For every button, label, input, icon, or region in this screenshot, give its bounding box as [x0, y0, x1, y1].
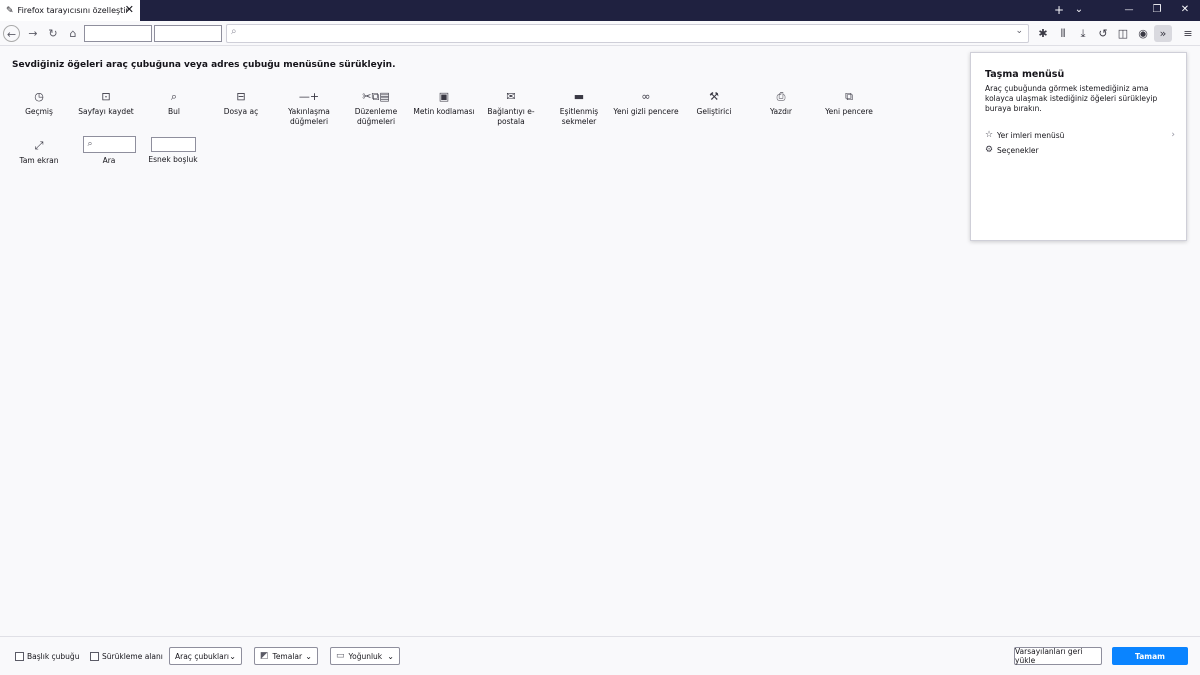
downloads-icon[interactable]: ⤓ — [1074, 25, 1092, 42]
history-icon[interactable]: ↺ — [1094, 25, 1112, 42]
reload-button[interactable]: ↻ — [44, 25, 62, 42]
fullscreen-icon: ⤢ — [34, 139, 44, 152]
close-window-button[interactable]: ✕ — [1176, 2, 1194, 18]
history-icon: ◷ — [34, 90, 44, 103]
palette-item-zoom-controls[interactable]: —+ Yakınlaşma düğmeleri — [273, 89, 345, 127]
menu-icon[interactable]: ≡ — [1179, 25, 1197, 42]
density-icon: ▭ — [336, 651, 345, 661]
palette-item-private-window[interactable]: ∞ Yeni gizli pencere — [610, 89, 682, 117]
bookmarks-menu-icon: ☆ — [985, 130, 994, 140]
palette-item-find[interactable]: ⌕ Bul — [138, 89, 210, 117]
toolbars-dropdown[interactable]: Araç çubukları ⌄ — [169, 647, 242, 665]
overflow-icon[interactable]: » — [1154, 25, 1172, 42]
flexible-space-icon — [150, 137, 196, 152]
synced-tabs-icon: ▬ — [573, 90, 585, 103]
chevron-down-icon: ⌄ — [387, 651, 394, 661]
palette-item-developer[interactable]: ⚒ Geliştirici — [678, 89, 750, 117]
overflow-panel: Taşma menüsü Araç çubuğunda görmek istem… — [970, 52, 1187, 241]
search-icon: ⌕ — [87, 139, 93, 149]
back-button[interactable]: ← — [3, 25, 20, 42]
tab-customize[interactable]: ✎ Firefox tarayıcısını özelleştir ✕ — [0, 0, 140, 21]
themes-dropdown[interactable]: ◩ Temalar ⌄ — [254, 647, 318, 665]
home-button[interactable]: ⌂ — [64, 25, 82, 42]
density-dropdown[interactable]: ▭ Yoğunluk ⌄ — [330, 647, 400, 665]
done-button[interactable]: Tamam — [1112, 647, 1188, 665]
overflow-panel-description: Araç çubuğunda görmek istemediğiniz ama … — [985, 84, 1158, 113]
tab-strip: ✎ Firefox tarayıcısını özelleştir ✕ + ⌄ … — [0, 0, 1200, 21]
open-file-icon: ⊟ — [236, 90, 246, 103]
restore-button[interactable]: ❐ — [1148, 2, 1166, 18]
palette-item-open-file[interactable]: ⊟ Dosya aç — [205, 89, 277, 117]
account-icon[interactable]: ◉ — [1134, 25, 1152, 42]
new-window-icon: ⧉ — [845, 90, 853, 103]
checkbox-box[interactable] — [15, 652, 24, 661]
find-icon: ⌕ — [170, 90, 178, 103]
search-widget: ⌕ — [82, 136, 136, 153]
overflow-item-bookmarks-menu[interactable]: ☆ Yer imleri menüsü › — [985, 128, 1175, 142]
print-icon: ⎙ — [776, 90, 786, 103]
sidebar-icon[interactable]: ◫ — [1114, 25, 1132, 42]
palette-item-synced-tabs[interactable]: ▬ Eşitlenmiş sekmeler — [543, 89, 615, 127]
customize-footer: Başlık çubuğu Sürükleme alanı Araç çubuk… — [0, 636, 1200, 675]
overflow-panel-title: Taşma menüsü — [985, 69, 1065, 80]
palette-item-email-link[interactable]: ✉ Bağlantıyı e-postala — [475, 89, 547, 127]
paintbrush-icon: ✎ — [6, 5, 14, 16]
search-icon: ⌕ — [231, 26, 237, 37]
developer-icon: ⚒ — [709, 90, 719, 103]
palette-item-history[interactable]: ◷ Geçmiş — [3, 89, 75, 117]
settings-icon: ⚙ — [985, 145, 994, 155]
themes-icon: ◩ — [260, 651, 269, 661]
chevron-down-icon: ⌄ — [229, 651, 236, 661]
restore-defaults-button[interactable]: Varsayılanları geri yükle — [1014, 647, 1102, 665]
text-encoding-icon: ▣ — [438, 90, 450, 103]
edit-icon: ✂⧉▤ — [362, 90, 390, 103]
extensions-icon[interactable]: ✱ — [1034, 25, 1052, 42]
new-tab-button[interactable]: + — [1050, 2, 1068, 18]
toolbar-spacer-2[interactable] — [154, 25, 222, 42]
list-all-tabs-button[interactable]: ⌄ — [1070, 2, 1088, 18]
private-window-icon: ∞ — [641, 90, 651, 103]
palette-item-flexible-space[interactable]: Esnek boşluk — [137, 137, 209, 165]
overflow-item-settings[interactable]: ⚙ Seçenekler — [985, 143, 1175, 157]
palette-item-fullscreen[interactable]: ⤢ Tam ekran — [3, 138, 75, 166]
chevron-down-icon: ⌄ — [305, 651, 312, 661]
palette-item-search[interactable]: ⌕ Ara — [73, 136, 145, 166]
minimize-button[interactable]: — — [1120, 2, 1138, 18]
palette-item-save-page[interactable]: ⊡ Sayfayı kaydet — [70, 89, 142, 117]
address-bar[interactable]: ⌕ ⌄ — [226, 24, 1029, 43]
close-tab-icon[interactable]: ✕ — [125, 3, 134, 16]
library-icon[interactable]: ⫴ — [1054, 25, 1072, 42]
title-bar-checkbox[interactable]: Başlık çubuğu — [15, 652, 79, 661]
palette-item-edit-controls[interactable]: ✂⧉▤ Düzenleme düğmeleri — [340, 89, 412, 127]
email-link-icon: ✉ — [506, 90, 516, 103]
zoom-icon: —+ — [298, 90, 320, 103]
checkbox-box[interactable] — [90, 652, 99, 661]
overflow-item-label: Seçenekler — [997, 145, 1039, 155]
chevron-right-icon: › — [1171, 130, 1175, 140]
chevron-down-icon[interactable]: ⌄ — [1015, 26, 1023, 36]
overflow-item-label: Yer imleri menüsü — [997, 130, 1065, 140]
palette-item-print[interactable]: ⎙ Yazdır — [745, 89, 817, 117]
tab-title: Firefox tarayıcısını özelleştir — [17, 6, 129, 15]
forward-button[interactable]: → — [24, 25, 42, 42]
toolbar-spacer-1[interactable] — [84, 25, 152, 42]
customize-instruction: Sevdiğiniz öğeleri araç çubuğuna veya ad… — [12, 60, 396, 70]
drag-space-checkbox[interactable]: Sürükleme alanı — [90, 652, 163, 661]
save-page-icon: ⊡ — [101, 90, 111, 103]
palette-item-text-encoding[interactable]: ▣ Metin kodlaması — [408, 89, 480, 117]
navigation-toolbar: ← → ↻ ⌂ ⌕ ⌄ ✱ ⫴ ⤓ ↺ ◫ ◉ » ≡ — [0, 21, 1200, 46]
palette-item-new-window[interactable]: ⧉ Yeni pencere — [813, 89, 885, 117]
